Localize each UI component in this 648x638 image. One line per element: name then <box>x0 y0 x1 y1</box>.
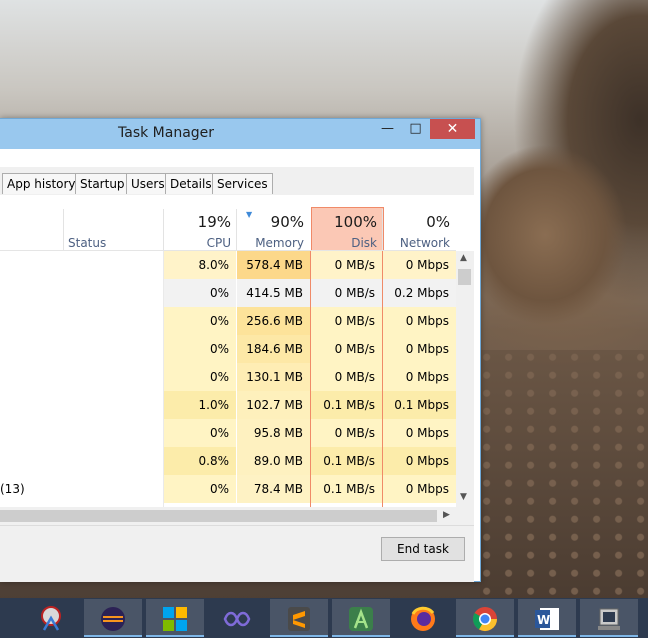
table-row[interactable]: 0% 130.1 MB 0 MB/s 0 Mbps <box>0 363 456 391</box>
cpu-cell: 0% <box>164 475 236 503</box>
horizontal-scroll-thumb[interactable] <box>0 510 437 522</box>
taskbar-item[interactable]: W <box>518 599 576 637</box>
task-manager-window: Task Manager — □ ✕ App history Startup U… <box>0 118 481 582</box>
taskbar-item[interactable] <box>208 599 266 637</box>
disk-cell: 0.1 MB/s <box>311 391 382 419</box>
end-task-button[interactable]: End task <box>381 537 465 561</box>
disk-cell: 0.1 MB/s <box>311 475 382 503</box>
memory-cell: 78.4 MB <box>237 475 310 503</box>
table-row[interactable]: 0% 256.6 MB 0 MB/s 0 Mbps <box>0 307 456 335</box>
eclipse-icon <box>101 607 125 631</box>
windows-store-icon <box>163 607 187 631</box>
network-cell: 0.2 Mbps <box>383 279 456 307</box>
title-bar[interactable]: Task Manager — □ ✕ <box>0 119 480 149</box>
table-row[interactable]: 0% 95.8 MB 0 MB/s 0 Mbps <box>0 419 456 447</box>
table-row[interactable]: 0% 184.6 MB 0 MB/s 0 Mbps <box>0 335 456 363</box>
android-studio-icon <box>349 607 373 631</box>
chrome-icon <box>472 607 497 632</box>
memory-cell: 578.4 MB <box>237 251 310 279</box>
column-separator <box>163 251 164 507</box>
table-row[interactable]: 8.0% 578.4 MB 0 MB/s 0 Mbps <box>0 251 456 279</box>
memory-cell: 414.5 MB <box>237 279 310 307</box>
table-row[interactable]: 1.0% 102.7 MB 0.1 MB/s 0.1 Mbps <box>0 391 456 419</box>
cpu-cell: 1.0% <box>164 391 236 419</box>
tab-users[interactable]: Users <box>126 173 170 194</box>
disk-cell: 0 MB/s <box>311 251 382 279</box>
vertical-scrollbar[interactable] <box>456 251 474 507</box>
table-row[interactable]: 0.8% 89.0 MB 0.1 MB/s 0 Mbps <box>0 447 456 475</box>
column-header-memory[interactable]: Memory <box>237 236 304 250</box>
memory-cell: 95.8 MB <box>237 419 310 447</box>
taskbar-item[interactable] <box>270 599 328 637</box>
task-manager-icon <box>598 608 620 630</box>
disk-cell: 0 MB/s <box>311 419 382 447</box>
cpu-cell: 0% <box>164 335 236 363</box>
memory-cell: 102.7 MB <box>237 391 310 419</box>
cpu-cell: 0% <box>164 307 236 335</box>
menu-bar <box>0 149 474 168</box>
network-cell: 0 Mbps <box>383 419 456 447</box>
column-separator <box>63 209 64 251</box>
cpu-total-percent: 19% <box>197 213 231 231</box>
tab-startup[interactable]: Startup <box>75 173 130 194</box>
taskbar-item[interactable] <box>84 599 142 637</box>
memory-cell: 256.6 MB <box>237 307 310 335</box>
network-cell: 0 Mbps <box>383 363 456 391</box>
window-title: Task Manager <box>118 125 215 141</box>
network-cell: 0 Mbps <box>383 307 456 335</box>
network-cell: 0 Mbps <box>383 335 456 363</box>
sublime-text-icon <box>288 607 310 631</box>
vertical-scroll-thumb[interactable] <box>458 269 471 285</box>
word-icon: W <box>535 608 559 630</box>
table-row[interactable]: (13) 0% 78.4 MB 0.1 MB/s 0 Mbps <box>0 475 456 503</box>
disk-cell: 0 MB/s <box>311 335 382 363</box>
network-cell: 0 Mbps <box>383 447 456 475</box>
memory-cell: 89.0 MB <box>237 447 310 475</box>
network-cell: 0 Mbps <box>383 475 456 503</box>
tab-details[interactable]: Details <box>165 173 217 194</box>
disk-cell: 0 MB/s <box>311 307 382 335</box>
close-button[interactable]: ✕ <box>430 119 475 139</box>
cpu-cell: 0% <box>164 279 236 307</box>
taskbar-item[interactable] <box>146 599 204 637</box>
column-header-disk[interactable]: Disk <box>311 236 377 250</box>
tab-app-history[interactable]: App history <box>2 173 81 194</box>
taskbar-item[interactable] <box>22 599 80 637</box>
memory-total-percent: 90% <box>270 213 304 231</box>
memory-cell: 184.6 MB <box>237 335 310 363</box>
disk-total-percent: 100% <box>334 213 377 231</box>
column-header-cpu[interactable]: CPU <box>164 236 231 250</box>
taskbar-item[interactable] <box>456 599 514 637</box>
network-cell: 0.1 Mbps <box>383 391 456 419</box>
cpu-cell: 0.8% <box>164 447 236 475</box>
taskbar-item[interactable] <box>332 599 390 637</box>
taskbar-item[interactable] <box>580 599 638 637</box>
table-row[interactable]: 0% 414.5 MB 0 MB/s 0.2 Mbps <box>0 279 456 307</box>
network-total-percent: 0% <box>426 213 450 231</box>
column-header-network[interactable]: Network <box>383 236 450 250</box>
cpu-cell: 0% <box>164 419 236 447</box>
memory-cell: 130.1 MB <box>237 363 310 391</box>
visual-studio-icon <box>223 611 251 627</box>
taskbar-item[interactable] <box>394 599 452 637</box>
wallpaper-ground <box>480 350 648 600</box>
disk-cell: 0 MB/s <box>311 363 382 391</box>
firefox-icon <box>411 606 435 631</box>
cpu-cell: 0% <box>164 363 236 391</box>
cpu-cell: 8.0% <box>164 251 236 279</box>
process-name: (13) <box>0 482 25 496</box>
scroll-up-icon[interactable]: ▲ <box>460 253 467 263</box>
maximize-button[interactable]: □ <box>402 119 429 139</box>
scroll-down-icon[interactable]: ▼ <box>460 492 467 502</box>
disk-cell: 0.1 MB/s <box>311 447 382 475</box>
snipping-tool-icon <box>41 606 61 631</box>
tab-services[interactable]: Services <box>212 173 273 194</box>
scroll-right-icon[interactable]: ▶ <box>443 510 450 520</box>
network-cell: 0 Mbps <box>383 251 456 279</box>
column-header-status[interactable]: Status <box>68 236 106 250</box>
minimize-button[interactable]: — <box>374 119 401 139</box>
disk-cell: 0 MB/s <box>311 279 382 307</box>
svg-text:W: W <box>537 613 550 627</box>
